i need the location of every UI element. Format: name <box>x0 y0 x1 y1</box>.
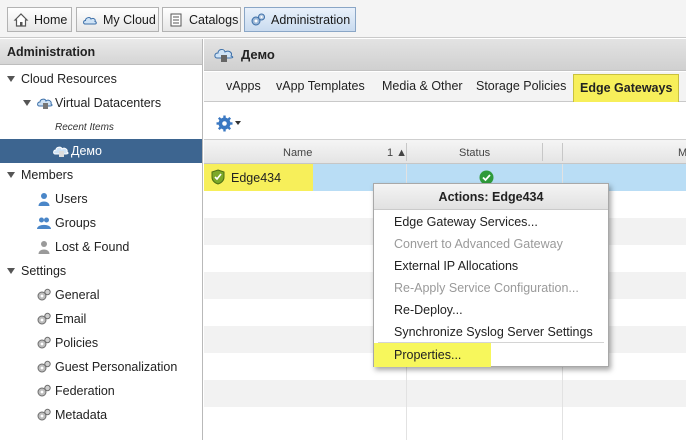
column-more[interactable]: M <box>678 147 686 159</box>
row-name[interactable]: Edge434 <box>231 171 281 185</box>
tree-label: Users <box>55 192 88 206</box>
column-status[interactable]: Status <box>459 147 490 159</box>
table-row <box>204 380 686 407</box>
gear-icon <box>37 288 51 302</box>
sort-indicator[interactable]: 1 ▲ <box>387 147 407 159</box>
my-cloud-label: My Cloud <box>103 12 156 27</box>
tree-policies[interactable]: Policies <box>0 331 202 355</box>
tab-vapp-templates[interactable]: vApp Templates <box>276 79 365 93</box>
home-label: Home <box>34 12 68 27</box>
tree-users[interactable]: Users <box>0 187 202 211</box>
tree-label: Cloud Resources <box>21 72 117 86</box>
tree-federation[interactable]: Federation <box>0 379 202 403</box>
column-divider <box>406 143 407 161</box>
menu-separator <box>378 342 604 343</box>
tree-general[interactable]: General <box>0 283 202 307</box>
datacenter-icon <box>37 96 53 110</box>
datacenter-icon <box>53 144 69 158</box>
top-navigation-bar: Home My Cloud Catalogs Administration <box>0 0 686 38</box>
context-menu: Actions: Edge434 Edge Gateway Services..… <box>373 183 609 367</box>
collapse-icon[interactable] <box>7 76 15 82</box>
content-header: Демо <box>204 39 686 71</box>
menu-item-redeploy[interactable]: Re-Deploy... <box>394 303 463 317</box>
page-title: Демо <box>241 47 275 62</box>
column-divider <box>562 143 563 161</box>
catalogs-label: Catalogs <box>189 12 239 27</box>
tab-media-other[interactable]: Media & Other <box>382 79 463 93</box>
tree-email[interactable]: Email <box>0 307 202 331</box>
left-panel-title: Administration <box>0 39 202 65</box>
tree-settings[interactable]: Settings <box>0 259 202 283</box>
tree-label: Lost & Found <box>55 240 130 254</box>
datacenter-icon <box>214 47 234 63</box>
collapse-icon[interactable] <box>7 172 15 178</box>
tree-label: Federation <box>55 384 115 398</box>
tab-storage-policies[interactable]: Storage Policies <box>476 79 566 93</box>
user-icon <box>37 192 51 206</box>
tree-label: General <box>55 288 100 302</box>
tree-groups[interactable]: Groups <box>0 211 202 235</box>
menu-item-properties[interactable]: Properties... <box>394 348 461 362</box>
menu-item-sync-syslog[interactable]: Synchronize Syslog Server Settings <box>394 325 593 339</box>
column-name[interactable]: Name <box>283 147 312 159</box>
administration-button[interactable]: Administration <box>244 7 356 32</box>
tree-item-demo[interactable]: Демо <box>0 139 202 163</box>
left-navigation-panel: Administration Cloud Resources Virtual D… <box>0 39 203 440</box>
gear-icon <box>37 408 51 422</box>
menu-item-external-ip[interactable]: External IP Allocations <box>394 259 518 273</box>
tree-label: Virtual Datacenters <box>55 96 162 110</box>
tree-label: Metadata <box>55 408 108 422</box>
gears-icon <box>250 12 266 28</box>
tree-cloud-resources[interactable]: Cloud Resources <box>0 67 202 91</box>
menu-item-edge-gateway-services[interactable]: Edge Gateway Services... <box>394 215 538 229</box>
tree-lost-found[interactable]: Lost & Found <box>0 235 202 259</box>
tab-edge-gateways[interactable]: Edge Gateways <box>573 74 680 102</box>
gear-icon <box>37 336 51 350</box>
tree-label: Демо <box>71 144 102 158</box>
tree-metadata[interactable]: Metadata <box>0 403 202 427</box>
tree-recent-items: Recent Items <box>0 115 202 139</box>
shield-icon <box>211 169 225 188</box>
toolbar <box>204 103 686 139</box>
actions-gear-button[interactable] <box>216 114 246 132</box>
tree-guest-personalization[interactable]: Guest Personalization <box>0 355 202 379</box>
tree-label: Email <box>55 312 87 326</box>
cloud-icon <box>82 12 98 28</box>
tree-virtual-datacenters[interactable]: Virtual Datacenters <box>0 91 202 115</box>
tab-vapps[interactable]: vApps <box>226 79 261 93</box>
grid-header: Name 1 ▲ Status M <box>204 139 686 164</box>
menu-item-reapply-config: Re-Apply Service Configuration... <box>394 281 579 295</box>
gear-icon <box>37 384 51 398</box>
menu-item-convert-advanced: Convert to Advanced Gateway <box>394 237 563 251</box>
user-gray-icon <box>37 240 51 254</box>
table-row <box>204 407 686 434</box>
gear-icon <box>37 360 51 374</box>
collapse-icon[interactable] <box>23 100 31 106</box>
tree-label: Policies <box>55 336 99 350</box>
my-cloud-button[interactable]: My Cloud <box>76 7 159 32</box>
tab-bar: vApps vApp Templates Media & Other Stora… <box>204 72 686 102</box>
tree-members[interactable]: Members <box>0 163 202 187</box>
group-icon <box>37 216 51 230</box>
catalog-icon <box>168 12 184 28</box>
chevron-down-icon <box>235 121 241 125</box>
tree-label: Members <box>21 168 74 182</box>
recent-items-label: Recent Items <box>55 121 114 133</box>
tree-label: Settings <box>21 264 67 278</box>
gear-icon <box>37 312 51 326</box>
column-divider <box>542 143 543 161</box>
tree-label: Guest Personalization <box>55 360 178 374</box>
gear-icon <box>216 115 233 131</box>
context-menu-title: Actions: Edge434 <box>374 184 608 210</box>
home-button[interactable]: Home <box>7 7 72 32</box>
catalogs-button[interactable]: Catalogs <box>162 7 241 32</box>
tree-label: Groups <box>55 216 96 230</box>
home-icon <box>13 12 29 28</box>
collapse-icon[interactable] <box>7 268 15 274</box>
administration-label: Administration <box>271 12 351 27</box>
